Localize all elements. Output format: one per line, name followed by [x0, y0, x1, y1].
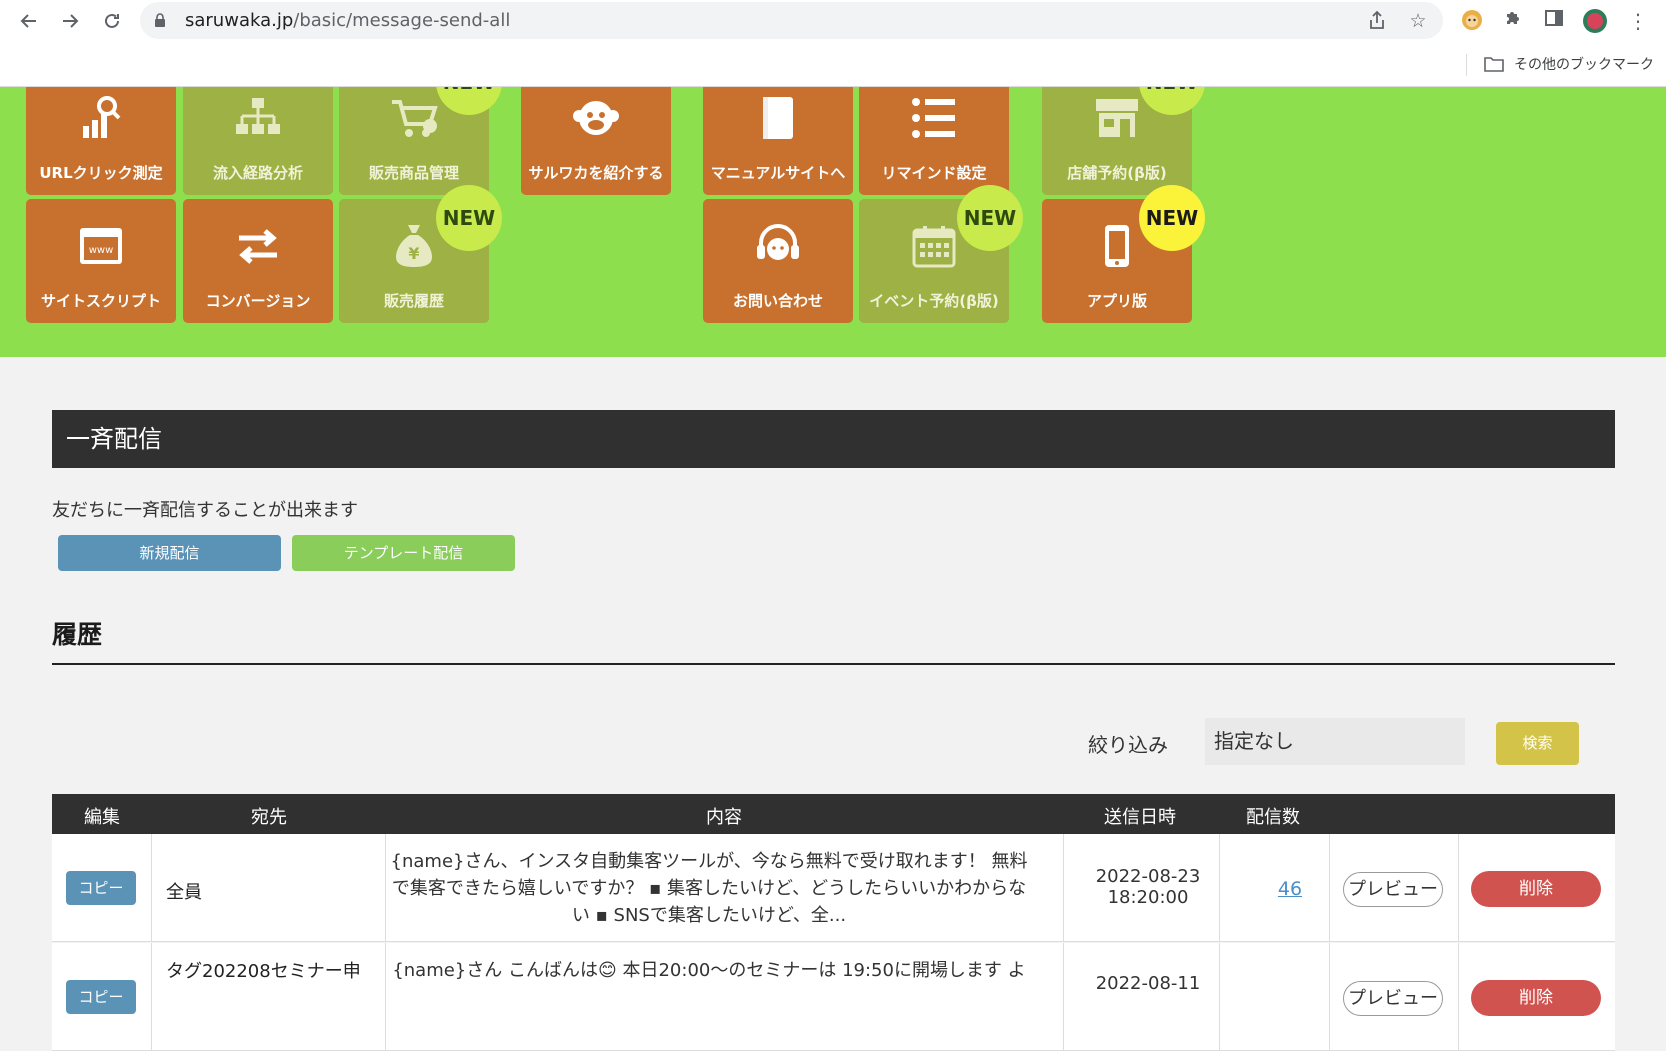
store-icon [1090, 91, 1144, 145]
column-header-content: 内容 [706, 807, 742, 828]
page-title: 一斉配信 [52, 410, 1615, 468]
headset-icon [751, 219, 805, 273]
profile-avatar-icon[interactable] [1582, 8, 1608, 34]
book-icon [751, 91, 805, 145]
tile-contact[interactable]: お問い合わせ [703, 199, 853, 323]
tile-introduce-saruwaka[interactable]: サルワカを紹介する [521, 87, 671, 195]
tile-label: アプリ版 [1086, 292, 1147, 310]
preview-button[interactable]: プレビュー [1343, 872, 1443, 907]
delivery-count-link[interactable]: 46 [1260, 878, 1320, 900]
tile-label: URLクリック測定 [39, 164, 163, 182]
more-menu-icon[interactable]: ⋮ [1625, 8, 1651, 34]
tile-label: コンバージョン [205, 292, 311, 310]
monkey-icon [569, 91, 623, 145]
calendar-icon [907, 219, 961, 273]
column-header-destination: 宛先 [251, 807, 287, 828]
sitemap-icon [231, 91, 285, 145]
page-description: 友だちに一斉配信することが出来ます [52, 500, 358, 521]
sent-date: 2022-08-11 [1095, 973, 1201, 994]
money-bag-icon: ¥ [387, 219, 441, 273]
sent-time: 18:20:00 [1107, 887, 1189, 908]
cell-sent-at [1064, 943, 1220, 1050]
tile-inflow-analysis[interactable]: 流入経路分析 [183, 87, 333, 195]
message-content: {name}さん こんばんは😊 本日20:00〜のセミナーは 19:50に開場し… [392, 960, 1026, 981]
tile-label: リマインド設定 [881, 164, 987, 182]
tile-label: サイトスクリプト [40, 292, 161, 310]
new-badge: NEW [957, 185, 1023, 251]
sent-date: 2022-08-23 [1095, 866, 1201, 887]
column-header-sent-at: 送信日時 [1104, 807, 1176, 828]
copy-button[interactable]: コピー [66, 871, 136, 905]
destination-text: 全員 [166, 882, 202, 903]
new-badge: NEW [1139, 185, 1205, 251]
search-button[interactable]: 検索 [1496, 722, 1579, 765]
forward-icon[interactable] [55, 6, 85, 36]
table-row: コピー 全員 {name}さん、インスタ自動集客ツールが、今なら無料で受け取れま… [52, 834, 1615, 942]
delete-button[interactable]: 削除 [1471, 980, 1601, 1016]
address-bar[interactable]: saruwaka.jp/basic/message-send-all ☆ [140, 2, 1443, 39]
sent-datetime: 2022-08-23 18:20:00 [1078, 866, 1218, 908]
list-icon [907, 91, 961, 145]
new-badge: NEW [436, 185, 502, 251]
history-heading: 履歴 [52, 620, 103, 649]
tile-manual-site[interactable]: マニュアルサイトへ [703, 87, 853, 195]
url-text: saruwaka.jp/basic/message-send-all [185, 10, 511, 31]
column-header-edit: 編集 [84, 807, 120, 828]
tile-label: 販売履歴 [383, 292, 444, 310]
tile-site-script[interactable]: www サイトスクリプト [26, 199, 176, 323]
tile-label: マニュアルサイトへ [710, 164, 846, 182]
folder-icon [1484, 57, 1504, 72]
template-broadcast-button[interactable]: テンプレート配信 [292, 535, 515, 571]
star-icon[interactable]: ☆ [1407, 10, 1429, 32]
reload-icon[interactable] [97, 6, 127, 36]
extension-monkey-icon[interactable] [1459, 8, 1485, 34]
www-icon: www [74, 219, 128, 273]
tile-label: サルワカを紹介する [528, 164, 664, 182]
lock-icon [155, 13, 165, 27]
copy-button[interactable]: コピー [66, 980, 136, 1014]
tile-remind-settings[interactable]: リマインド設定 [859, 87, 1009, 195]
history-divider [52, 663, 1615, 665]
table-row: コピー タグ202208セミナー申 {name}さん こんばんは😊 本日20:0… [52, 943, 1615, 1051]
sent-datetime: 2022-08-11 [1078, 973, 1218, 994]
svg-text:¥: ¥ [408, 244, 419, 263]
history-table-header: 編集 宛先 内容 送信日時 配信数 [52, 794, 1615, 834]
column-header-count: 配信数 [1246, 807, 1300, 828]
cell-count [1220, 943, 1330, 1050]
share-icon[interactable] [1366, 10, 1388, 32]
other-bookmarks[interactable]: その他のブックマーク [1484, 52, 1654, 76]
delete-button[interactable]: 削除 [1471, 871, 1601, 907]
message-content: {name}さん、インスタ自動集客ツールが、今なら無料で受け取れます！ 無料で集… [390, 851, 1028, 926]
preview-button[interactable]: プレビュー [1343, 981, 1443, 1016]
svg-text:www: www [89, 245, 114, 256]
browser-toolbar: saruwaka.jp/basic/message-send-all ☆ ⋮ そ… [0, 0, 1666, 87]
exchange-icon [231, 219, 285, 273]
tile-label: 販売商品管理 [368, 164, 459, 182]
tile-url-click[interactable]: URLクリック測定 [26, 87, 176, 195]
tile-label: 店舗予約(β版) [1067, 164, 1167, 182]
filter-label: 絞り込み [1088, 733, 1168, 757]
tile-label: 流入経路分析 [212, 164, 303, 182]
tile-label: お問い合わせ [732, 292, 823, 310]
smartphone-icon [1090, 219, 1144, 273]
back-icon[interactable] [14, 6, 44, 36]
filter-select[interactable]: 指定なし [1205, 718, 1465, 765]
other-bookmarks-label: その他のブックマーク [1514, 57, 1654, 73]
cart-icon [387, 91, 441, 145]
tile-conversion[interactable]: コンバージョン [183, 199, 333, 323]
new-broadcast-button[interactable]: 新規配信 [58, 535, 281, 571]
bookmark-divider [1466, 54, 1467, 76]
feature-menu: URLクリック測定 流入経路分析 販売商品管理 NEW サルワカを紹介する マニ… [0, 87, 1666, 357]
extensions-puzzle-icon[interactable] [1500, 8, 1526, 34]
tile-label: イベント予約(β版) [869, 292, 999, 310]
chart-search-icon [74, 91, 128, 145]
side-panel-icon[interactable] [1541, 8, 1567, 34]
destination-text: タグ202208セミナー申 [166, 961, 361, 982]
